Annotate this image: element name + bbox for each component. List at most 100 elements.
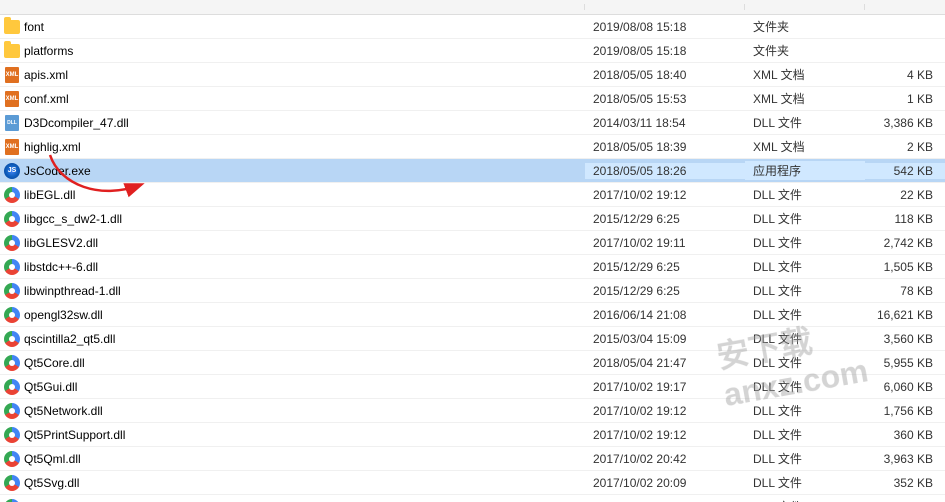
table-header bbox=[0, 0, 945, 15]
file-name: Qt5PrintSupport.dll bbox=[0, 426, 585, 444]
file-size: 3,560 KB bbox=[865, 331, 945, 347]
exe-icon: JS bbox=[4, 163, 20, 179]
file-date: 2017/10/02 19:12 bbox=[585, 403, 745, 419]
table-row[interactable]: qscintilla2_qt5.dll 2015/03/04 15:09 DLL… bbox=[0, 327, 945, 351]
folder-icon bbox=[4, 19, 20, 35]
file-type: DLL 文件 bbox=[745, 113, 865, 132]
table-row[interactable]: libEGL.dll 2017/10/02 19:12 DLL 文件 22 KB bbox=[0, 183, 945, 207]
table-row[interactable]: Qt5PrintSupport.dll 2017/10/02 19:12 DLL… bbox=[0, 423, 945, 447]
file-name: opengl32sw.dll bbox=[0, 306, 585, 324]
table-row[interactable]: DLL D3Dcompiler_47.dll 2014/03/11 18:54 … bbox=[0, 111, 945, 135]
file-size: 1 KB bbox=[865, 91, 945, 107]
chrome-dll-icon bbox=[4, 259, 20, 275]
file-name: Qt5Core.dll bbox=[0, 354, 585, 372]
file-date: 2017/10/02 19:22 bbox=[585, 499, 745, 502]
file-date: 2017/10/02 19:11 bbox=[585, 235, 745, 251]
table-row[interactable]: Qt5Network.dll 2017/10/02 19:12 DLL 文件 1… bbox=[0, 399, 945, 423]
file-size bbox=[865, 26, 945, 28]
chrome-dll-icon bbox=[4, 355, 20, 371]
col-header-size[interactable] bbox=[865, 4, 945, 10]
file-name-label: highlig.xml bbox=[24, 140, 81, 154]
table-row[interactable]: Qt5Gui.dll 2017/10/02 19:17 DLL 文件 6,060… bbox=[0, 375, 945, 399]
file-size: 542 KB bbox=[865, 163, 945, 179]
file-type: DLL 文件 bbox=[745, 185, 865, 204]
file-name-label: libEGL.dll bbox=[24, 188, 75, 202]
file-type: DLL 文件 bbox=[745, 473, 865, 492]
table-row[interactable]: Qt5Widgets.dll 2017/10/02 19:22 DLL 文件 6… bbox=[0, 495, 945, 502]
file-size bbox=[865, 50, 945, 52]
file-name: platforms bbox=[0, 42, 585, 60]
table-row[interactable]: font 2019/08/08 15:18 文件夹 bbox=[0, 15, 945, 39]
file-size: 6,060 KB bbox=[865, 379, 945, 395]
file-name-label: libgcc_s_dw2-1.dll bbox=[24, 212, 122, 226]
file-name: Qt5Network.dll bbox=[0, 402, 585, 420]
file-size: 3,386 KB bbox=[865, 115, 945, 131]
file-name-label: Qt5Core.dll bbox=[24, 356, 85, 370]
file-size: 352 KB bbox=[865, 475, 945, 491]
xml-icon: XML bbox=[4, 67, 20, 83]
file-name: XML apis.xml bbox=[0, 66, 585, 84]
chrome-dll-icon bbox=[4, 187, 20, 203]
file-date: 2017/10/02 19:12 bbox=[585, 427, 745, 443]
file-date: 2018/05/05 18:26 bbox=[585, 163, 745, 179]
table-row[interactable]: libstdc++-6.dll 2015/12/29 6:25 DLL 文件 1… bbox=[0, 255, 945, 279]
file-name-label: D3Dcompiler_47.dll bbox=[24, 116, 129, 130]
table-row[interactable]: XML highlig.xml 2018/05/05 18:39 XML 文档 … bbox=[0, 135, 945, 159]
table-row[interactable]: libGLESV2.dll 2017/10/02 19:11 DLL 文件 2,… bbox=[0, 231, 945, 255]
dll-icon: DLL bbox=[4, 115, 20, 131]
file-name-label: apis.xml bbox=[24, 68, 68, 82]
table-row[interactable]: Qt5Core.dll 2018/05/04 21:47 DLL 文件 5,95… bbox=[0, 351, 945, 375]
chrome-dll-icon bbox=[4, 283, 20, 299]
table-row[interactable]: libwinpthread-1.dll 2015/12/29 6:25 DLL … bbox=[0, 279, 945, 303]
chrome-dll-icon bbox=[4, 499, 20, 502]
file-name-label: opengl32sw.dll bbox=[24, 308, 103, 322]
file-name-label: qscintilla2_qt5.dll bbox=[24, 332, 115, 346]
file-date: 2019/08/05 15:18 bbox=[585, 43, 745, 59]
table-body[interactable]: font 2019/08/08 15:18 文件夹 platforms 2019… bbox=[0, 15, 945, 502]
file-date: 2017/10/02 20:42 bbox=[585, 451, 745, 467]
file-size: 1,756 KB bbox=[865, 403, 945, 419]
file-date: 2015/03/04 15:09 bbox=[585, 331, 745, 347]
table-row[interactable]: opengl32sw.dll 2016/06/14 21:08 DLL 文件 1… bbox=[0, 303, 945, 327]
file-type: DLL 文件 bbox=[745, 449, 865, 468]
file-name: DLL D3Dcompiler_47.dll bbox=[0, 114, 585, 132]
file-name-label: libGLESV2.dll bbox=[24, 236, 98, 250]
chrome-dll-icon bbox=[4, 211, 20, 227]
file-name-label: font bbox=[24, 20, 44, 34]
table-row[interactable]: platforms 2019/08/05 15:18 文件夹 bbox=[0, 39, 945, 63]
table-row[interactable]: XML conf.xml 2018/05/05 15:53 XML 文档 1 K… bbox=[0, 87, 945, 111]
file-name: XML highlig.xml bbox=[0, 138, 585, 156]
file-date: 2017/10/02 20:09 bbox=[585, 475, 745, 491]
chrome-dll-icon bbox=[4, 475, 20, 491]
file-name-label: Qt5Qml.dll bbox=[24, 452, 81, 466]
chrome-dll-icon bbox=[4, 331, 20, 347]
file-type: XML 文档 bbox=[745, 89, 865, 108]
file-name: libwinpthread-1.dll bbox=[0, 282, 585, 300]
col-header-type[interactable] bbox=[745, 4, 865, 10]
table-row[interactable]: XML apis.xml 2018/05/05 18:40 XML 文档 4 K… bbox=[0, 63, 945, 87]
file-name-label: conf.xml bbox=[24, 92, 69, 106]
file-name-label: Qt5Svg.dll bbox=[24, 476, 79, 490]
file-name: Qt5Widgets.dll bbox=[0, 498, 585, 502]
file-date: 2017/10/02 19:17 bbox=[585, 379, 745, 395]
table-row[interactable]: JS JsCoder.exe 2018/05/05 18:26 应用程序 542… bbox=[0, 159, 945, 183]
table-row[interactable]: Qt5Qml.dll 2017/10/02 20:42 DLL 文件 3,963… bbox=[0, 447, 945, 471]
file-type: DLL 文件 bbox=[745, 305, 865, 324]
col-header-date[interactable] bbox=[585, 4, 745, 10]
file-size: 78 KB bbox=[865, 283, 945, 299]
file-name-label: Qt5Gui.dll bbox=[24, 380, 77, 394]
chrome-dll-icon bbox=[4, 379, 20, 395]
file-name-label: libwinpthread-1.dll bbox=[24, 284, 121, 298]
file-name: libstdc++-6.dll bbox=[0, 258, 585, 276]
file-date: 2016/06/14 21:08 bbox=[585, 307, 745, 323]
file-date: 2018/05/05 15:53 bbox=[585, 91, 745, 107]
table-row[interactable]: Qt5Svg.dll 2017/10/02 20:09 DLL 文件 352 K… bbox=[0, 471, 945, 495]
file-type: DLL 文件 bbox=[745, 377, 865, 396]
file-name: font bbox=[0, 18, 585, 36]
col-header-name[interactable] bbox=[0, 4, 585, 10]
table-row[interactable]: libgcc_s_dw2-1.dll 2015/12/29 6:25 DLL 文… bbox=[0, 207, 945, 231]
file-size: 6,207 KB bbox=[865, 499, 945, 502]
file-name: Qt5Qml.dll bbox=[0, 450, 585, 468]
chrome-dll-icon bbox=[4, 403, 20, 419]
file-type: DLL 文件 bbox=[745, 425, 865, 444]
